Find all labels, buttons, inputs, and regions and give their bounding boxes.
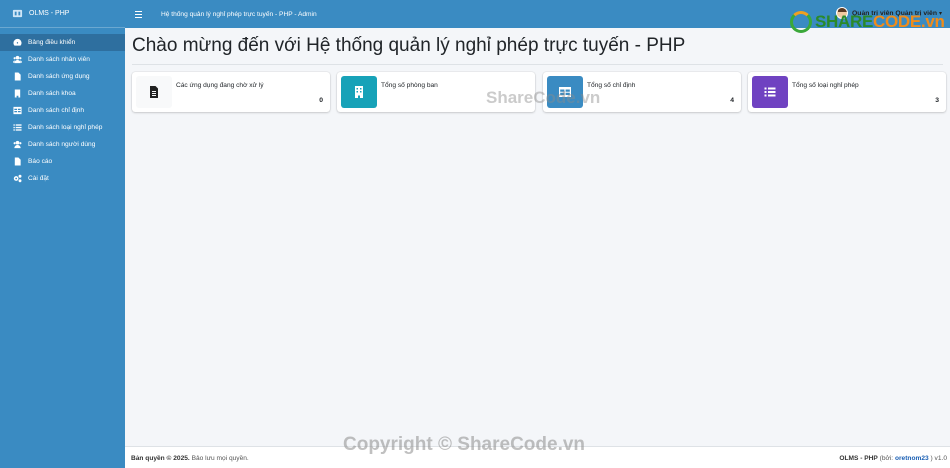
- sidebar: OLMS - PHP Bảng điều khiển Danh sách nhâ…: [0, 0, 125, 468]
- sidebar-item-employees[interactable]: Danh sách nhân viên: [0, 51, 125, 68]
- list-icon: [12, 123, 23, 133]
- footer-credit: OLMS - PHP (bởi: oretnom23 ) v1.0: [839, 455, 947, 462]
- sidebar-item-designations[interactable]: Danh sách chỉ định: [0, 102, 125, 119]
- card-value: 0: [319, 97, 323, 104]
- sidebar-item-users[interactable]: Danh sách người dùng: [0, 136, 125, 153]
- users-icon: [12, 140, 23, 150]
- sidebar-item-reports[interactable]: Báo cáo: [0, 153, 125, 170]
- table-icon: [12, 106, 23, 116]
- users-icon: [12, 55, 23, 65]
- sidebar-item-settings[interactable]: Cài đặt: [0, 170, 125, 187]
- user-menu[interactable]: Quản trị viên Quản trị viên ▾: [836, 7, 942, 19]
- sidebar-item-departments[interactable]: Danh sách khoa: [0, 85, 125, 102]
- sidebar-item-label: Cài đặt: [28, 175, 49, 182]
- top-navbar: Hệ thống quản lý nghỉ phép trực tuyến - …: [125, 0, 950, 28]
- credit-prefix: (bởi:: [877, 455, 895, 462]
- card-label: Tổng số loại nghỉ phép: [792, 82, 859, 89]
- sidebar-item-label: Danh sách chỉ định: [28, 107, 85, 114]
- sidebar-item-label: Báo cáo: [28, 158, 53, 165]
- page-title: Chào mừng đến với Hệ thống quản lý nghỉ …: [132, 35, 686, 56]
- brand-logo-icon: [12, 9, 23, 18]
- cogs-icon: [12, 174, 23, 184]
- list-icon: [752, 76, 788, 108]
- credit-suffix: ) v1.0: [928, 455, 948, 462]
- card-total-designations[interactable]: Tổng số chỉ định 4: [543, 72, 741, 112]
- divider: [132, 64, 943, 65]
- copyright-year: Bản quyền © 2025.: [131, 455, 190, 462]
- building-icon: [12, 89, 23, 99]
- brand-name: OLMS - PHP: [29, 10, 70, 17]
- card-label: Các ứng dụng đang chờ xử lý: [176, 82, 264, 89]
- caret-down-icon: ▾: [938, 10, 942, 17]
- card-total-departments[interactable]: Tổng số phòng ban: [337, 72, 535, 112]
- file-icon: [12, 157, 23, 167]
- copyright-text: Bảo lưu mọi quyền.: [189, 455, 249, 462]
- menu-toggle-icon[interactable]: [135, 7, 149, 21]
- sidebar-item-label: Danh sách người dùng: [28, 141, 96, 148]
- avatar: [836, 7, 848, 19]
- file-icon: [136, 76, 172, 108]
- sidebar-item-applications[interactable]: Danh sách ứng dụng: [0, 68, 125, 85]
- footer-copyright: Bản quyền © 2025. Bảo lưu mọi quyền.: [131, 455, 249, 462]
- sidebar-menu: Bảng điều khiển Danh sách nhân viên Danh…: [0, 34, 125, 187]
- card-value: 3: [935, 97, 939, 104]
- dashboard-icon: [12, 38, 23, 48]
- sidebar-item-label: Danh sách khoa: [28, 90, 76, 97]
- navbar-title: Hệ thống quản lý nghỉ phép trực tuyến - …: [161, 10, 317, 18]
- sidebar-item-label: Danh sách ứng dụng: [28, 73, 90, 80]
- sidebar-item-label: Bảng điều khiển: [28, 39, 76, 46]
- footer: Bản quyền © 2025. Bảo lưu mọi quyền. OLM…: [125, 446, 950, 468]
- card-total-leave-types[interactable]: Tổng số loại nghỉ phép 3: [748, 72, 946, 112]
- card-pending-applications[interactable]: Các ứng dụng đang chờ xử lý 0: [132, 72, 330, 112]
- sidebar-item-label: Danh sách nhân viên: [28, 56, 90, 63]
- building-icon: [341, 76, 377, 108]
- file-icon: [12, 72, 23, 82]
- card-value: 4: [730, 97, 734, 104]
- app-name: OLMS - PHP: [839, 455, 878, 462]
- main-content: Chào mừng đến với Hệ thống quản lý nghỉ …: [125, 28, 950, 446]
- sidebar-item-leave-types[interactable]: Danh sách loại nghỉ phép: [0, 119, 125, 136]
- author-link[interactable]: oretnom23: [895, 455, 929, 462]
- sidebar-item-dashboard[interactable]: Bảng điều khiển: [0, 34, 125, 51]
- table-icon: [547, 76, 583, 108]
- user-name: Quản trị viên Quản trị viên: [852, 9, 937, 17]
- brand[interactable]: OLMS - PHP: [0, 0, 125, 28]
- sidebar-item-label: Danh sách loại nghỉ phép: [28, 124, 103, 131]
- card-label: Tổng số chỉ định: [587, 82, 636, 89]
- card-label: Tổng số phòng ban: [381, 82, 438, 89]
